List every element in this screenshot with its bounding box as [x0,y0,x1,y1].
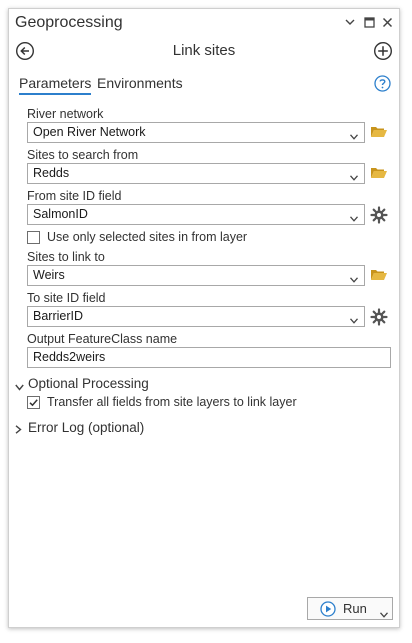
river-network-value: Open River Network [33,125,146,139]
from-id-field-label: From site ID field [27,189,122,203]
pane-titlebar: Geoprocessing [9,9,399,37]
sites-from-label: Sites to search from [27,148,139,162]
maximize-icon[interactable] [361,14,377,30]
sites-from-dropdown[interactable]: Redds [27,163,365,184]
chevron-down-icon [350,170,358,184]
from-id-field-value: SalmonID [33,207,88,221]
add-circle-icon[interactable] [373,41,393,66]
sites-to-label: Sites to link to [27,250,105,264]
chevron-down-icon [350,313,358,327]
sites-from-value: Redds [33,166,70,180]
geoprocessing-pane: Geoprocessing Link sites Parameters Envi… [8,8,400,628]
gear-icon[interactable] [370,308,388,326]
pane-title: Geoprocessing [15,14,123,31]
tab-environments[interactable]: Environments [97,75,183,91]
gear-icon[interactable] [370,206,388,224]
play-icon [320,601,336,620]
transfer-fields-checkbox[interactable] [27,396,40,409]
folder-open-icon[interactable] [370,267,388,285]
pane-options-chevron-icon[interactable] [342,14,358,30]
river-network-dropdown[interactable]: Open River Network [27,122,365,143]
to-id-field-label: To site ID field [27,291,106,305]
tab-parameters[interactable]: Parameters [19,75,92,95]
from-id-field-dropdown[interactable]: SalmonID [27,204,365,225]
run-button[interactable]: Run [307,597,393,620]
tool-header: Link sites [9,39,399,67]
folder-open-icon[interactable] [370,165,388,183]
chevron-down-icon [350,129,358,143]
sites-to-dropdown[interactable]: Weirs [27,265,365,286]
chevron-down-icon [350,211,358,225]
chevron-right-icon [15,422,22,437]
help-icon[interactable] [374,75,391,97]
output-name-label: Output FeatureClass name [27,332,178,346]
to-id-field-dropdown[interactable]: BarrierID [27,306,365,327]
run-label: Run [343,601,367,616]
close-icon[interactable] [379,14,395,30]
chevron-down-icon[interactable] [380,606,388,621]
optional-processing-label: Optional Processing [28,376,149,391]
folder-open-icon[interactable] [370,124,388,142]
river-network-label: River network [27,107,104,121]
tool-title: Link sites [172,42,236,59]
sites-to-value: Weirs [33,268,65,282]
transfer-fields-label: Transfer all fields from site layers to … [47,395,297,409]
to-id-field-value: BarrierID [33,309,84,323]
use-selected-checkbox[interactable] [27,231,40,244]
output-name-input[interactable]: Redds2weirs [27,347,391,368]
use-selected-label: Use only selected sites in from layer [47,230,248,244]
chevron-down-icon [15,379,24,394]
chevron-down-icon [350,272,358,286]
output-name-value: Redds2weirs [33,350,106,364]
error-log-label: Error Log (optional) [28,420,145,435]
